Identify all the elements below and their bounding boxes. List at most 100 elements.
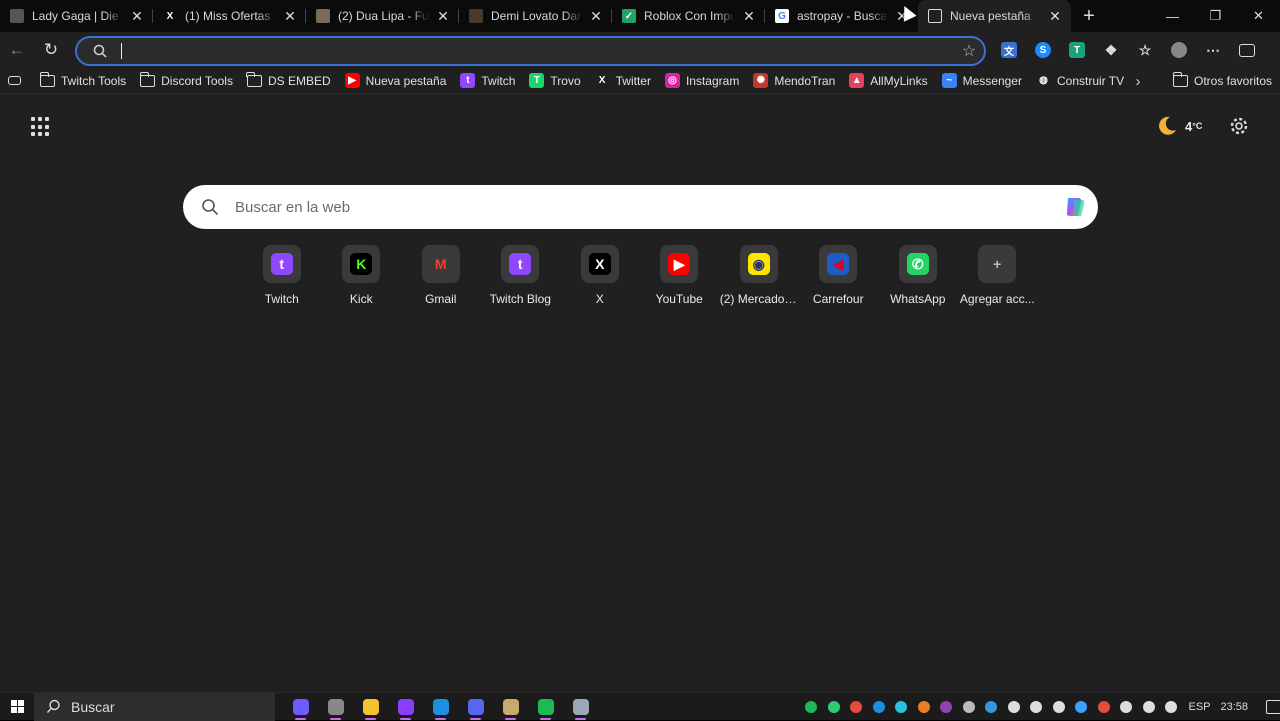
bookmark-twitter[interactable]: X Twitter (588, 68, 658, 94)
taskbar-display[interactable] (563, 693, 598, 721)
quick-link-1[interactable]: K Kick (322, 245, 402, 306)
running-indicator (330, 717, 341, 720)
taskbar-search[interactable]: Buscar (34, 692, 275, 721)
quick-link-tile: + (978, 245, 1017, 283)
quick-link-5[interactable]: ▶ YouTube (640, 245, 720, 306)
taskbar-league[interactable] (493, 693, 528, 721)
translate-extension[interactable]: 文 (992, 32, 1026, 68)
quick-link-9[interactable]: + Agregar acc... (958, 245, 1038, 306)
tray-green-dot[interactable] (823, 693, 846, 721)
quick-link-7[interactable]: ◀ Carrefour (799, 245, 879, 306)
weather-widget[interactable]: 4 °C (1156, 115, 1202, 137)
taskbar-file-explorer[interactable] (353, 693, 388, 721)
minimize-button[interactable]: — (1151, 0, 1194, 32)
bookmark-messenger[interactable]: ~ Messenger (935, 68, 1029, 94)
tray-volume[interactable] (1138, 693, 1161, 721)
new-tab-button[interactable]: + (1073, 0, 1105, 32)
other-favorites-folder[interactable]: Otros favoritos (1166, 68, 1279, 94)
close-window-button[interactable]: ✕ (1237, 0, 1280, 32)
quick-link-6[interactable]: ◉ (2) Mercado ... (719, 245, 799, 306)
web-search-box[interactable]: Buscar en la web (183, 185, 1098, 229)
tab-3[interactable]: Demi Lovato Danci ✕ (459, 0, 612, 32)
tab-0[interactable]: Lady Gaga | Die Wi ✕ (0, 0, 153, 32)
tray-microphone[interactable] (1003, 693, 1026, 721)
tray-xbox[interactable] (1048, 693, 1071, 721)
clock[interactable]: 23:58 (1221, 701, 1249, 713)
quick-link-tile: ◉ (739, 245, 778, 283)
close-tab-icon[interactable]: ✕ (127, 6, 147, 26)
tray-battery[interactable] (1115, 693, 1138, 721)
tray-bluetooth[interactable] (980, 693, 1003, 721)
close-tab-icon[interactable]: ✕ (586, 6, 606, 26)
bookmark-nueva-pesta-a[interactable]: ▶ Nueva pestaña (338, 68, 454, 94)
bookmark-label: Trovo (550, 73, 581, 88)
address-bar[interactable]: ☆ (75, 36, 986, 66)
taskbar-chrome[interactable] (318, 693, 353, 721)
shazam-extension[interactable]: S (1026, 32, 1060, 68)
page-settings-button[interactable] (1228, 115, 1250, 137)
tab-extension[interactable]: T (1060, 32, 1094, 68)
weather-unit: °C (1192, 121, 1203, 131)
app-launcher-icon[interactable] (31, 117, 51, 137)
notifications-icon[interactable] (1266, 700, 1280, 714)
bookmark-twitch-tools[interactable]: Twitch Tools (33, 68, 133, 94)
start-button[interactable] (0, 693, 34, 721)
tray-network[interactable] (1025, 693, 1048, 721)
favorites-button[interactable]: ☆ (1128, 32, 1162, 68)
tab-6[interactable]: ▭ Nueva pestaña ✕ (918, 0, 1071, 32)
bookmark-ds-embed[interactable]: DS EMBED (240, 68, 338, 94)
tab-5[interactable]: Gastropay - Buscar c✕ (765, 0, 918, 32)
bookmark-allmylinks[interactable]: ▲ AllMyLinks (842, 68, 934, 94)
bookmark-construir-tv[interactable]: ◍ Construir TV (1029, 68, 1131, 94)
tab-2[interactable]: (2) Dua Lipa - Futur ✕ (306, 0, 459, 32)
taskbar-edge[interactable] (423, 693, 458, 721)
extensions-button[interactable]: ❖ (1094, 32, 1128, 68)
close-tab-icon[interactable]: ✕ (433, 6, 453, 26)
quick-link-3[interactable]: t Twitch Blog (481, 245, 561, 306)
taskbar-spotify[interactable] (528, 693, 563, 721)
tab-4[interactable]: ✓ Roblox Con Impues ✕ (612, 0, 765, 32)
tray-orange-app[interactable] (913, 693, 936, 721)
reading-view-button[interactable] (8, 68, 33, 94)
close-tab-icon[interactable]: ✕ (739, 6, 759, 26)
bookmark-mendotran[interactable]: ✺ MendoTran (746, 68, 842, 94)
tray-red-app[interactable] (1093, 693, 1116, 721)
quick-link-4[interactable]: XX (560, 245, 640, 306)
tray-steam[interactable] (958, 693, 981, 721)
tray-spotify[interactable] (800, 693, 823, 721)
address-input[interactable] (124, 43, 954, 59)
close-tab-icon[interactable]: ✕ (1045, 6, 1065, 26)
favorite-star-icon[interactable]: ☆ (954, 41, 984, 61)
tray-wifi[interactable] (1160, 693, 1183, 721)
taskbar-discord[interactable] (458, 693, 493, 721)
taskbar-copilot[interactable] (283, 693, 318, 721)
quick-link-tile: X (580, 245, 619, 283)
profile-button[interactable] (1162, 32, 1196, 68)
copilot-icon[interactable] (1060, 192, 1090, 222)
bookmark-twitch[interactable]: t Twitch (453, 68, 522, 94)
bookmark-instagram[interactable]: ◎ Instagram (658, 68, 746, 94)
toolbar-extensions: 文 S T ❖ ☆ ⋯ (992, 32, 1264, 68)
bookmark-trovo[interactable]: T Trovo (522, 68, 587, 94)
quick-link-8[interactable]: ✆ WhatsApp (878, 245, 958, 306)
tray-edge[interactable] (868, 693, 891, 721)
language-indicator[interactable]: ESP (1189, 701, 1211, 713)
bookmark-discord-tools[interactable]: Discord Tools (133, 68, 240, 94)
quick-link-2[interactable]: M Gmail (401, 245, 481, 306)
tray-edge[interactable] (890, 693, 913, 721)
tray-app[interactable] (1070, 693, 1093, 721)
close-tab-icon[interactable]: ✕ (280, 6, 300, 26)
restore-button[interactable]: ❐ (1194, 0, 1237, 32)
tab-1[interactable]: X (1) Miss Ofertas by ✕ (153, 0, 306, 32)
sidebar-button[interactable] (1230, 32, 1264, 68)
running-indicator (540, 717, 551, 720)
x-icon: X (166, 10, 174, 22)
quick-link-0[interactable]: t Twitch (242, 245, 322, 306)
tray-pen[interactable] (935, 693, 958, 721)
back-button[interactable]: ← (0, 32, 34, 68)
bookmarks-overflow-chevron-icon[interactable]: › (1128, 68, 1148, 94)
tray-download[interactable] (845, 693, 868, 721)
reload-button[interactable]: ↻ (34, 32, 68, 68)
taskbar-canva[interactable] (388, 693, 423, 721)
menu-button[interactable]: ⋯ (1196, 32, 1230, 68)
